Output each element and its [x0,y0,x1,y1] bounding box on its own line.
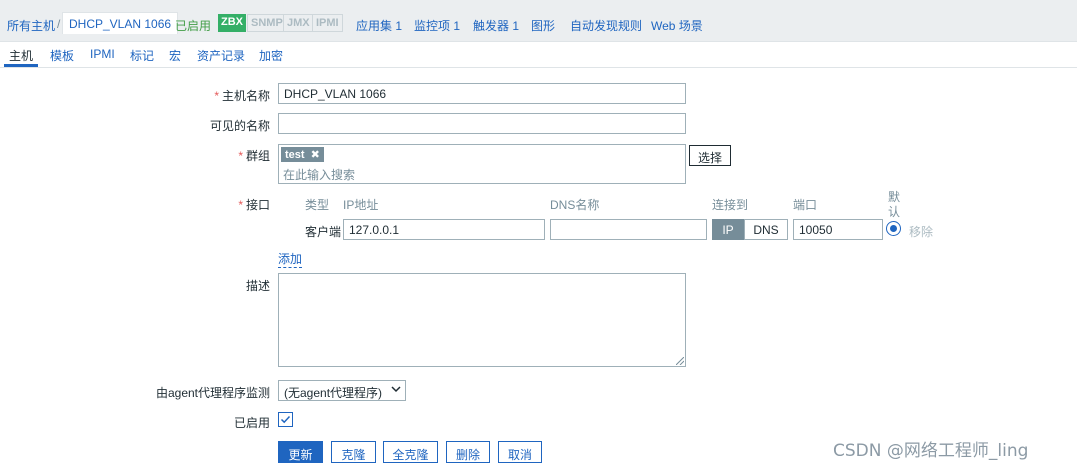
discovery-rules-link[interactable]: 自动发现规则 [570,17,642,34]
availability-jmx-badge: JMX [283,14,314,32]
interface-remove-link[interactable]: 移除 [909,223,933,240]
default-interface-radio[interactable] [886,221,901,236]
tab-macros[interactable]: 宏 [169,47,181,64]
enabled-checkbox[interactable] [278,412,293,427]
host-status-enabled[interactable]: 已启用 [175,17,211,34]
tab-host[interactable]: 主机 [9,47,33,64]
group-tag-label: test [285,149,305,161]
chevron-down-icon [391,386,401,393]
interface-port-input[interactable]: 10050 [793,219,883,240]
availability-zbx-badge: ZBX [218,14,246,32]
required-marker: * [238,149,243,163]
interface-dns-input[interactable] [550,219,707,240]
proxy-select[interactable]: (无agent代理程序) [278,380,406,401]
items-link[interactable]: 监控项 1 [414,17,460,34]
triggers-link[interactable]: 触发器 1 [473,17,519,34]
add-interface-link[interactable]: 添加 [278,250,303,268]
groups-search-placeholder[interactable]: 在此输入搜索 [283,166,355,183]
proxy-label: 由agent代理程序监测 [155,386,270,400]
check-icon [280,415,291,424]
breadcrumb-all-hosts[interactable]: 所有主机 [7,17,55,34]
interface-header-port: 端口 [793,198,818,212]
tab-tags[interactable]: 标记 [130,47,154,64]
proxy-selected-value: (无agent代理程序) [284,386,383,400]
host-navigation-bar: 所有主机 / DHCP_VLAN 1066 已启用 ZBX SNMP JMX I… [0,0,1077,42]
tab-inventory[interactable]: 资产记录 [197,47,245,64]
connect-to-dns-toggle[interactable]: DNS [744,219,788,240]
groups-label: * 群组 [200,147,270,164]
graphs-link[interactable]: 图形 [531,17,555,34]
visible-name-input[interactable] [278,113,686,134]
applications-link[interactable]: 应用集 1 [356,17,402,34]
interface-header-dns: DNS名称 [550,198,600,212]
interface-header-default-2: 认 [888,205,901,219]
radio-selected-dot [890,225,897,232]
groups-select-button[interactable]: 选择 [689,145,732,166]
interfaces-label: * 接口 [200,196,270,213]
breadcrumb-separator: / [57,17,61,31]
interface-header-type: 类型 [305,198,330,212]
host-name-label: * 主机名称 [200,87,270,104]
active-tab-indicator [4,64,38,67]
tab-encryption[interactable]: 加密 [259,47,283,64]
watermark-text: CSDN @网络工程师_ling [833,441,1029,461]
description-label: 描述 [245,279,270,293]
host-tabs: 主机 模板 IPMI 标记 宏 资产记录 加密 [0,42,1077,68]
cancel-button[interactable]: 取消 [498,441,542,463]
delete-button[interactable]: 删除 [446,441,490,463]
availability-snmp-badge: SNMP [247,14,287,32]
required-marker: * [214,89,219,103]
interface-type-agent: 客户端 [305,225,342,239]
host-name-label-text: 主机名称 [221,89,270,103]
breadcrumb-current-host[interactable]: DHCP_VLAN 1066 [62,12,179,34]
interface-ip-input[interactable]: 127.0.0.1 [343,219,545,240]
group-tag-test: test ✖ [281,147,324,162]
web-scenarios-link[interactable]: Web 场景 [651,17,703,34]
update-button[interactable]: 更新 [278,441,323,463]
connect-to-ip-toggle[interactable]: IP [712,219,744,240]
enabled-label: 已启用 [233,416,270,430]
visible-name-label: 可见的名称 [209,119,270,133]
interfaces-label-text: 接口 [245,198,270,212]
full-clone-button[interactable]: 全克隆 [383,441,438,463]
host-name-input[interactable]: DHCP_VLAN 1066 [278,83,686,104]
availability-ipmi-badge: IPMI [312,14,343,32]
description-textarea[interactable] [278,273,686,367]
tab-ipmi[interactable]: IPMI [90,47,115,61]
groups-label-text: 群组 [245,149,270,163]
interface-header-ip: IP地址 [343,198,379,212]
required-marker: * [238,198,243,212]
interface-header-connect-to: 连接到 [712,198,749,212]
clone-button[interactable]: 克隆 [331,441,376,463]
close-icon[interactable]: ✖ [311,149,320,161]
resize-handle-icon[interactable] [676,357,684,365]
tab-templates[interactable]: 模板 [50,47,74,64]
